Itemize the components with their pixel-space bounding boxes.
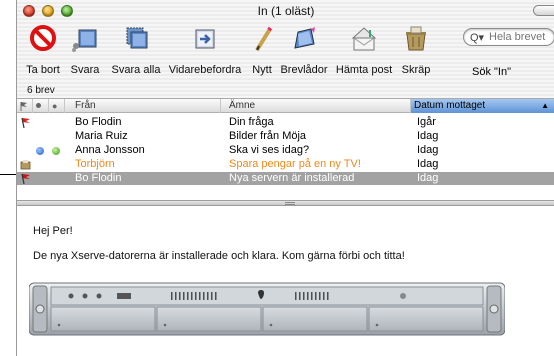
table-row[interactable]: Maria Ruiz Bilder från Möja Idag: [17, 130, 554, 143]
message-list-header: ● Från Ämne Datum mottaget ▲: [17, 99, 554, 113]
subject-column-header[interactable]: Ämne: [221, 99, 411, 113]
forward-icon: [190, 24, 220, 54]
unread-dot-icon: [36, 147, 44, 155]
xserve-image: [28, 281, 506, 337]
toolbar-toggle-button[interactable]: [533, 5, 554, 16]
reply-label: Svara: [70, 64, 100, 76]
from-cell: Bo Flodin: [75, 172, 122, 184]
date-cell: Igår: [417, 116, 436, 128]
from-column-header[interactable]: Från: [65, 99, 221, 113]
new-message-label: Nytt: [252, 64, 272, 76]
reply-all-icon: [121, 24, 151, 54]
compose-icon: [247, 24, 277, 54]
title-bar[interactable]: In (1 oläst): [17, 0, 554, 22]
forward-label: Vidarebefordra: [168, 64, 242, 76]
date-column-header[interactable]: Datum mottaget ▲: [411, 99, 554, 113]
mailboxes-label: Brevlådor: [280, 64, 328, 76]
window-title: In (1 oläst): [257, 4, 315, 18]
delete-button[interactable]: Ta bort: [23, 24, 63, 76]
preview-greeting: Hej Per!: [33, 225, 73, 237]
forward-button[interactable]: Vidarebefordra: [165, 24, 245, 76]
from-cell: Bo Flodin: [75, 116, 122, 128]
subject-cell: Din fråga: [229, 116, 274, 128]
date-cell: Idag: [417, 130, 439, 142]
search-scope-label: Sök "In": [472, 66, 511, 78]
message-count: 6 brev: [27, 85, 55, 96]
date-cell: Idag: [417, 172, 439, 184]
table-row-selected[interactable]: Bo Flodin Nya servern är installerad Ida…: [17, 172, 554, 185]
get-mail-icon: [349, 24, 379, 54]
message-preview: Hej Per! De nya Xserve-datorerna är inst…: [17, 206, 554, 356]
status-column-header[interactable]: [33, 99, 49, 113]
get-mail-label: Hämta post: [335, 64, 393, 76]
reply-all-button[interactable]: Svara alla: [109, 24, 163, 76]
mailboxes-icon: [289, 24, 319, 54]
reply-all-label: Svara alla: [111, 64, 161, 76]
red-flag-icon: [20, 173, 31, 188]
reply-button[interactable]: Svara: [67, 24, 103, 76]
junk-label: Skräp: [401, 64, 431, 76]
delete-label: Ta bort: [26, 64, 60, 76]
new-message-button[interactable]: Nytt: [247, 24, 277, 76]
chat-header-icon: ●: [52, 101, 58, 111]
flag-column-header[interactable]: [17, 99, 33, 113]
search-field[interactable]: Q▾: [463, 28, 554, 46]
preview-body: De nya Xserve-datorerna är installerade …: [33, 250, 405, 262]
table-row[interactable]: Torbjörn Spara pengar på en ny TV! Idag: [17, 158, 554, 171]
callout-line: [0, 174, 16, 175]
toolbar: Ta bort Svara Svara alla Vidarebefordra: [17, 22, 554, 84]
splitter-grip-icon: [285, 202, 295, 205]
from-cell: Anna Jonsson: [75, 144, 145, 156]
subject-cell: Bilder från Möja: [229, 130, 307, 142]
delete-icon: [28, 24, 58, 54]
message-list: ● Från Ämne Datum mottaget ▲ Bo Flodin D…: [17, 98, 554, 200]
table-row[interactable]: Anna Jonsson Ska vi ses idag? Idag: [17, 144, 554, 157]
flag-header-icon: [20, 102, 27, 111]
subject-cell: Ska vi ses idag?: [229, 144, 310, 156]
dot-header-icon: [36, 103, 41, 108]
sort-ascending-icon: ▲: [541, 101, 549, 110]
mail-window: In (1 oläst) Ta bort Svara Svara alla Vi…: [16, 0, 554, 356]
subject-cell: Spara pengar på en ny TV!: [229, 158, 361, 170]
table-row[interactable]: Bo Flodin Din fråga Igår: [17, 116, 554, 129]
search-input[interactable]: [489, 30, 553, 44]
from-cell: Maria Ruiz: [75, 130, 128, 142]
subject-cell: Nya servern är installerad: [229, 172, 355, 184]
reply-icon: [70, 24, 100, 54]
date-column-label: Datum mottaget: [414, 100, 486, 111]
thread-column-header[interactable]: ●: [49, 99, 65, 113]
mailboxes-button[interactable]: Brevlådor: [279, 24, 329, 76]
date-cell: Idag: [417, 158, 439, 170]
get-mail-button[interactable]: Hämta post: [333, 24, 395, 76]
junk-button[interactable]: Skräp: [399, 24, 433, 76]
from-cell: Torbjörn: [75, 158, 115, 170]
replied-dot-icon: [52, 147, 60, 155]
junk-icon: [401, 24, 431, 54]
search-icon: Q▾: [470, 32, 485, 44]
date-cell: Idag: [417, 144, 439, 156]
